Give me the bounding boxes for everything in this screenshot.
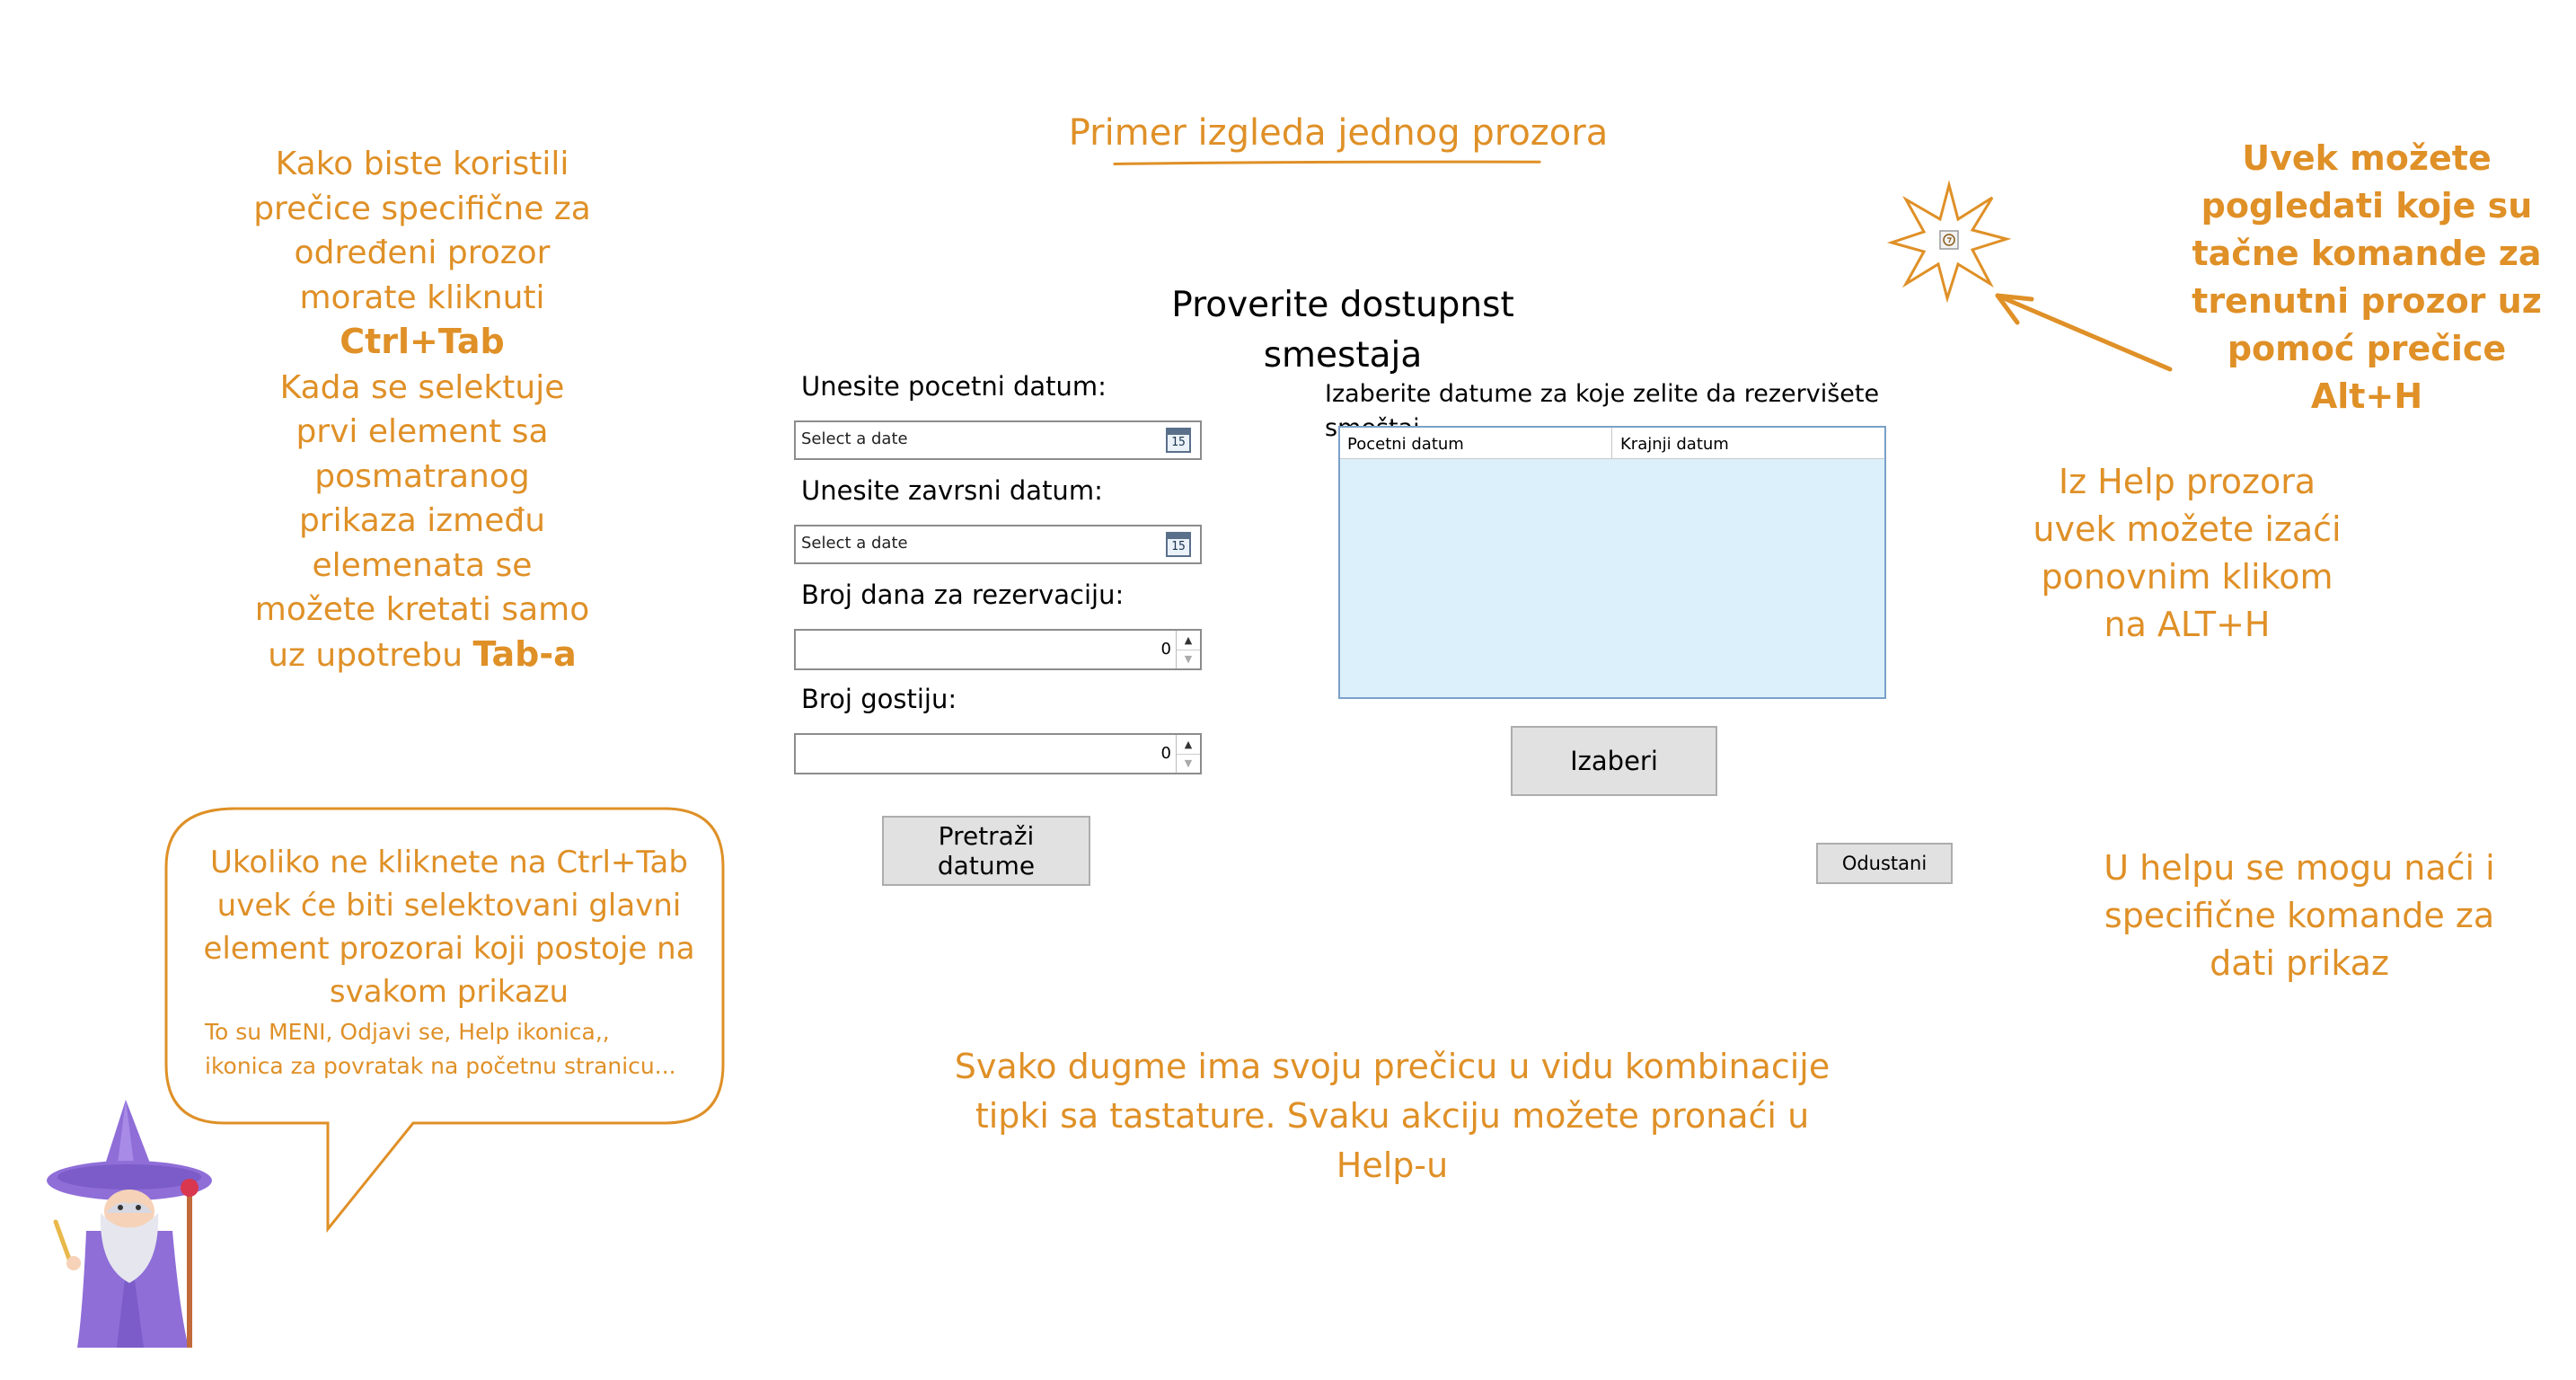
bubble-text: Ukoliko ne kliknete na Ctrl+Tab uvek će … xyxy=(198,841,701,1013)
calendar-icon[interactable]: 15 xyxy=(1166,428,1191,453)
right-mid-line: Iz Help prozora xyxy=(2058,462,2316,501)
days-label: Broj dana za rezervaciju: xyxy=(801,579,1125,610)
increment-icon[interactable]: ▲ xyxy=(1177,735,1200,755)
right-bold-line: Alt+H xyxy=(2310,376,2423,416)
right-bold-line: Uvek možete xyxy=(2242,138,2492,178)
guests-label: Broj gostiju: xyxy=(801,684,957,714)
guests-value: 0 xyxy=(1160,744,1171,763)
decrement-icon[interactable]: ▼ xyxy=(1177,754,1200,773)
bottom-line: Svako dugme ima svoju prečicu u vidu kom… xyxy=(954,1047,1831,1086)
search-dates-button[interactable]: Pretraži datume xyxy=(882,816,1090,886)
bubble-line: Ukoliko ne kliknete na Ctrl+Tab xyxy=(210,845,688,880)
right-bold-line: pomoć prečice xyxy=(2227,329,2507,368)
dates-grid[interactable]: Pocetni datum Krajnji datum xyxy=(1338,426,1886,699)
end-date-picker[interactable]: Select a date 15 xyxy=(794,525,1202,564)
right-low-line: dati prikaz xyxy=(2210,943,2389,983)
right-low-line: specifične komande za xyxy=(2104,896,2495,935)
days-value: 0 xyxy=(1160,640,1171,659)
right-mid-line: na ALT+H xyxy=(2104,605,2271,644)
start-date-placeholder: Select a date xyxy=(801,429,908,448)
bubble-small-line: ikonica za povratak na početnu stranicu.… xyxy=(205,1053,676,1079)
title-underline xyxy=(1113,160,1541,165)
calendar-day: 15 xyxy=(1171,436,1186,449)
right-low-line: U helpu se mogu naći i xyxy=(2104,848,2495,888)
grid-header: Pocetni datum Krajnji datum xyxy=(1340,428,1884,459)
start-date-label: Unesite pocetni datum: xyxy=(801,371,1107,402)
start-date-picker[interactable]: Select a date 15 xyxy=(794,420,1202,460)
bottom-line: tipki sa tastature. Svaku akciju možete … xyxy=(975,1096,1810,1185)
bubble-small-text: To su MENI, Odjavi se, Help ikonica,, ik… xyxy=(205,1015,708,1084)
bubble-line: uvek će biti selektovani glavni xyxy=(216,888,682,924)
cancel-button[interactable]: Odustani xyxy=(1816,843,1953,884)
shortcut-annotation: Svako dugme ima svoju prečicu u vidu kom… xyxy=(943,1042,1841,1190)
window-title: Proverite dostupnst smestaja xyxy=(1171,285,1514,376)
increment-icon[interactable]: ▲ xyxy=(1177,631,1200,650)
example-title: Primer izgleda jednog prozora xyxy=(1068,112,1609,154)
column-header-start[interactable]: Pocetni datum xyxy=(1347,435,1464,454)
end-date-placeholder: Select a date xyxy=(801,534,908,553)
calendar-icon[interactable]: 15 xyxy=(1166,532,1191,557)
calendar-day: 15 xyxy=(1171,540,1186,553)
right-mid-line: uvek možete izaći xyxy=(2033,509,2342,549)
guests-spinner: ▲ ▼ xyxy=(1176,735,1200,773)
bubble-line: element prozorai koji postoje na xyxy=(203,931,695,967)
help-exit-annotation: Iz Help prozora uvek možete izaći ponovn… xyxy=(1994,458,2380,649)
guests-stepper[interactable]: 0 ▲ ▼ xyxy=(794,733,1202,774)
column-divider xyxy=(1611,428,1612,458)
right-bold-line: trenutni prozor uz xyxy=(2192,281,2542,321)
column-header-end[interactable]: Krajnji datum xyxy=(1620,435,1729,454)
bubble-line: svakom prikazu xyxy=(329,974,569,1010)
right-mid-line: ponovnim klikom xyxy=(2041,557,2333,597)
help-specific-annotation: U helpu se mogu naći i specifične komand… xyxy=(2066,845,2533,987)
decrement-icon[interactable]: ▼ xyxy=(1177,650,1200,668)
right-bold-line: pogledati koje su xyxy=(2201,186,2533,226)
help-shortcut-annotation: Uvek možete pogledati koje su tačne koma… xyxy=(2174,135,2560,420)
bubble-small-line: To su MENI, Odjavi se, Help ikonica,, xyxy=(205,1019,610,1045)
days-spinner: ▲ ▼ xyxy=(1176,631,1200,668)
days-stepper[interactable]: 0 ▲ ▼ xyxy=(794,629,1202,670)
arrow-icon xyxy=(1995,293,2173,372)
right-bold-line: tačne komande za xyxy=(2192,234,2542,273)
select-button[interactable]: Izaberi xyxy=(1511,726,1717,796)
wizard-icon xyxy=(47,1100,212,1348)
end-date-label: Unesite zavrsni datum: xyxy=(801,475,1103,506)
